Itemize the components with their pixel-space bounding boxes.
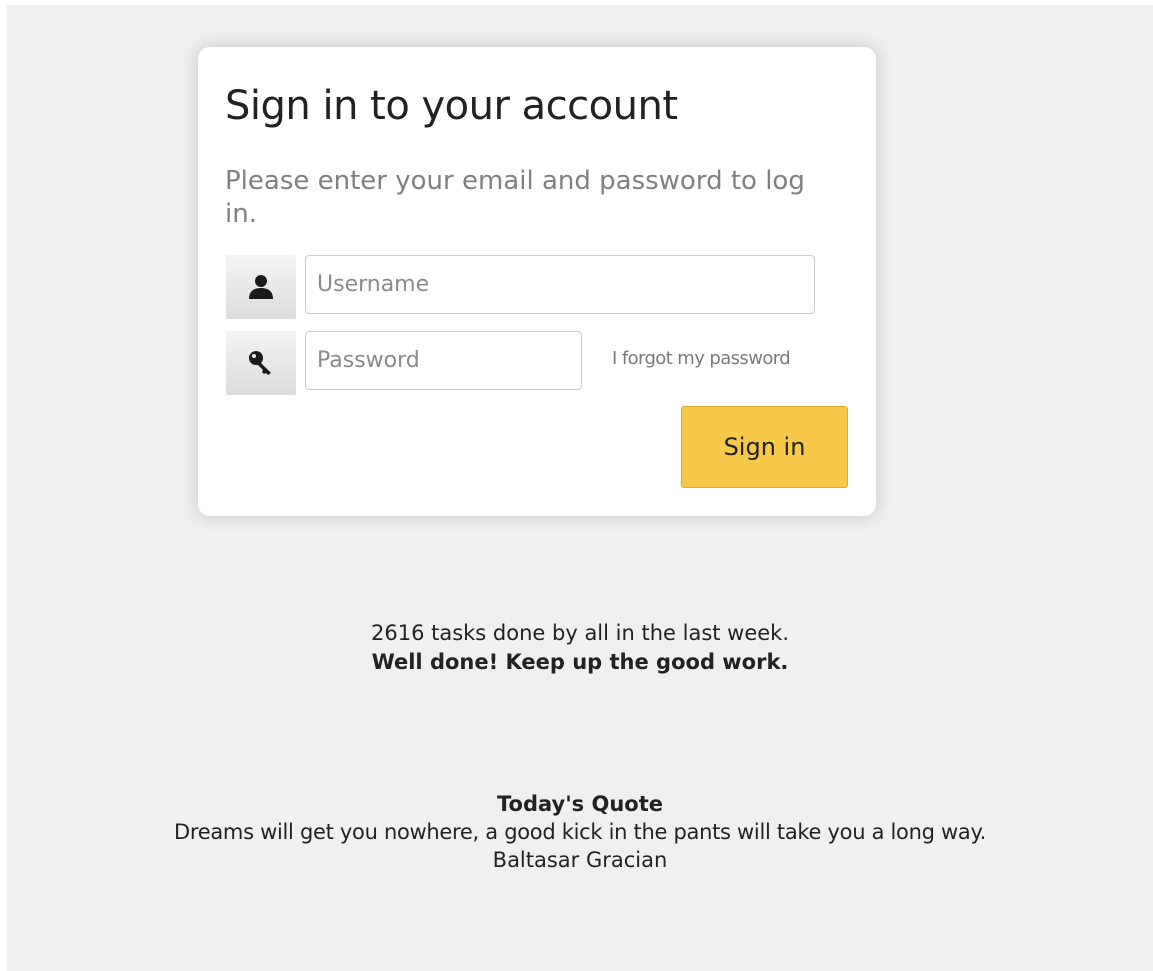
- username-input[interactable]: [305, 255, 815, 314]
- quote-heading: Today's Quote: [497, 792, 663, 816]
- weekly-stats: 2616 tasks done by all in the last week.…: [7, 619, 1153, 677]
- encouragement-text: Well done! Keep up the good work.: [371, 650, 789, 674]
- page-background: Sign in to your account Please enter you…: [7, 5, 1153, 971]
- daily-quote: Today's Quote Dreams will get you nowher…: [7, 790, 1153, 874]
- login-title: Sign in to your account: [225, 83, 678, 129]
- login-subtitle: Please enter your email and password to …: [225, 166, 805, 229]
- quote-author: Baltasar Gracian: [492, 848, 668, 872]
- key-icon: [226, 331, 296, 395]
- password-input[interactable]: [305, 331, 582, 390]
- sign-in-button[interactable]: Sign in: [681, 406, 848, 488]
- user-icon: [226, 255, 296, 319]
- quote-text: Dreams will get you nowhere, a good kick…: [174, 820, 986, 844]
- forgot-password-link[interactable]: I forgot my password: [612, 348, 791, 369]
- login-card: Sign in to your account Please enter you…: [198, 47, 876, 516]
- tasks-count-text: 2616 tasks done by all in the last week.: [370, 621, 790, 645]
